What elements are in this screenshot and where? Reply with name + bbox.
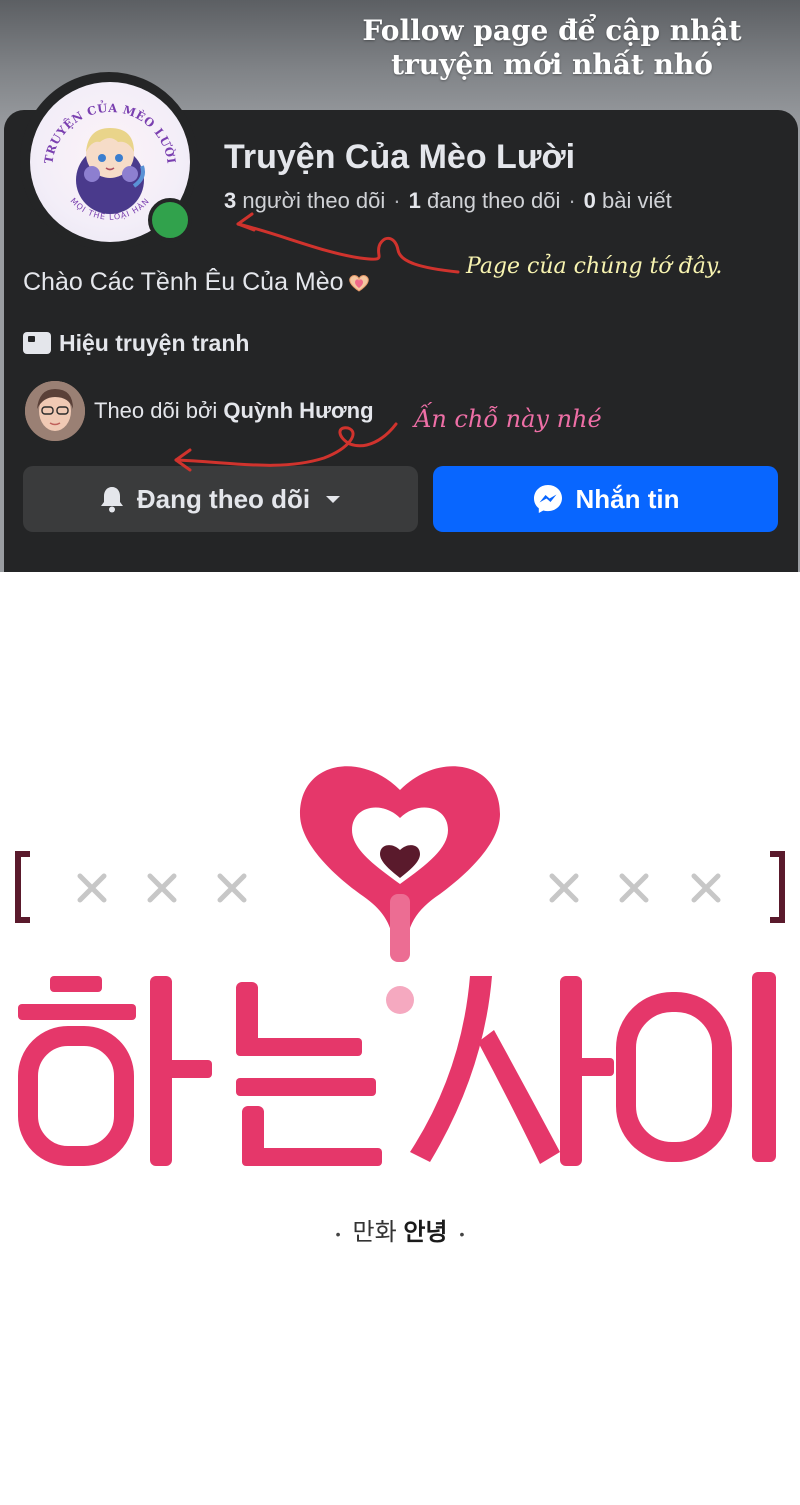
following-count: 1 xyxy=(408,188,421,213)
page-stats: 3 người theo dõi · 1 đang theo dõi · 0 bài v… xyxy=(224,188,672,214)
logo-subtitle: • 만화 안녕 • xyxy=(0,1212,800,1247)
annotation-click-note: Ấn chỗ này nhé xyxy=(414,405,602,433)
page-greeting: Chào Các Tềnh Êu Của Mèo xyxy=(23,268,372,297)
separator-dot: · xyxy=(568,188,576,213)
follower-avatar[interactable] xyxy=(25,381,85,441)
title-logo-art xyxy=(15,766,785,1166)
subtitle-bullet-right: • xyxy=(459,1225,465,1242)
following-button[interactable]: Đang theo dõi xyxy=(23,466,418,532)
followed-by: Theo dõi bởi Quỳnh Hương xyxy=(94,398,374,424)
right-bracket xyxy=(770,851,785,923)
message-button-label: Nhắn tin xyxy=(575,483,680,514)
question-dot xyxy=(386,986,414,1014)
page-category: Hiệu truyện tranh xyxy=(23,330,249,357)
banner-title-line1: Follow page để cập nhật xyxy=(362,14,742,47)
separator-dot: · xyxy=(393,188,401,213)
banner-title-line2: truyện mới nhất nhó xyxy=(391,48,713,81)
message-button[interactable]: Nhắn tin xyxy=(433,466,778,532)
follower-avatar-art xyxy=(25,381,85,441)
followers-label: người theo dõi xyxy=(242,188,386,213)
page-name[interactable]: Truyện Của Mèo Lười xyxy=(224,138,575,177)
followers-count: 3 xyxy=(224,188,237,213)
category-label: Hiệu truyện tranh xyxy=(59,330,250,356)
greeting-text: Chào Các Tềnh Êu Của Mèo xyxy=(23,268,344,296)
online-status-dot xyxy=(148,198,192,242)
followed-by-name[interactable]: Quỳnh Hương xyxy=(223,398,373,423)
posts-label: bài viết xyxy=(602,188,672,213)
subtitle-bullet-left: • xyxy=(335,1225,341,1242)
heart-hands-icon xyxy=(348,275,369,292)
annotation-page-note: Page của chúng tớ đây. xyxy=(466,254,723,279)
comic-title-logo: • 만화 안녕 • xyxy=(0,572,800,1500)
messenger-icon xyxy=(533,485,562,513)
following-button-label: Đang theo dõi xyxy=(136,483,311,514)
banner-title: Follow page để cập nhật truyện mới nhất … xyxy=(342,14,762,82)
subtitle-bold: 안녕 xyxy=(403,1219,448,1246)
subtitle-normal: 만화 xyxy=(352,1219,397,1246)
posts-count: 0 xyxy=(583,188,596,213)
facebook-page-banner: Follow page để cập nhật truyện mới nhất … xyxy=(0,0,800,572)
followed-by-prefix: Theo dõi bởi xyxy=(94,398,218,423)
following-label: đang theo dõi xyxy=(427,188,561,213)
bell-icon xyxy=(100,487,123,513)
left-bracket xyxy=(15,851,30,923)
chevron-down-icon xyxy=(326,496,341,503)
clapperboard-icon xyxy=(23,332,51,354)
